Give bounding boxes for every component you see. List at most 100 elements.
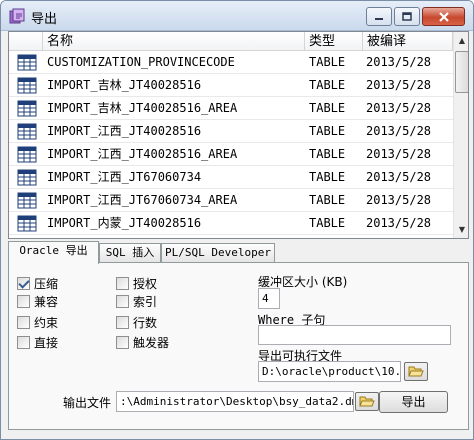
header-icon-column[interactable] [9,32,43,51]
scroll-down-button[interactable]: ▼ [454,221,468,238]
vertical-scrollbar[interactable]: ▲ ▼ [453,32,468,238]
rows-check-box[interactable] [116,315,129,329]
row-type: TABLE [309,193,346,207]
row-date: 2013/5/28 [366,78,432,92]
close-icon [438,11,449,22]
grants-check-box[interactable] [116,276,129,290]
indexes-label: 索引 [133,294,158,309]
title-bar[interactable]: 导出 [1,1,473,31]
row-name: IMPORT_江西_JT40028516 [47,124,202,138]
object-list[interactable]: 名称 类型 被编译 CUSTOMIZATION_PROVINCECODE TABL… [8,31,469,239]
table-icon [17,238,37,239]
constraints-check-box[interactable] [17,315,30,329]
row-type: TABLE [309,101,346,115]
row-date: 2013/5/28 [366,193,432,207]
output-file-label: 输出文件 [63,396,112,410]
constraints-checkbox[interactable]: 约束 [17,314,58,330]
table-icon [17,192,37,209]
table-row[interactable]: IMPORT_江西_JT67060734_AREA TABLE 2013/5/28 [9,189,453,212]
row-name: IMPORT_江西_JT67060734 [47,170,202,184]
table-row[interactable]: IMPORT_江西_JT40028516_AREA TABLE 2013/5/28 [9,143,453,166]
maximize-icon [402,12,412,21]
table-row[interactable]: IMPORT_江西_JT67060734 TABLE 2013/5/28 [9,166,453,189]
compatible-label: 兼容 [34,294,59,309]
indexes-check-box[interactable] [116,294,129,308]
table-row[interactable]: IMPORT_吉林_JT40028516 TABLE 2013/5/28 [9,74,453,97]
scroll-up-button[interactable]: ▲ [454,32,468,49]
output-browse-button[interactable] [355,392,379,411]
compress-label: 压缩 [34,276,59,291]
row-type: TABLE [309,216,346,230]
table-row[interactable]: CUSTOMIZATION_PROVINCECODE TABLE 2013/5/28 [9,51,453,74]
table-row[interactable]: IMPORT_内蒙_JT40028516_AREA TABLE2013/5/28 [9,235,453,239]
list-rows: CUSTOMIZATION_PROVINCECODE TABLE 2013/5/28… [9,51,453,239]
row-date: 2013/5/28 [366,170,432,184]
folder-open-icon [359,396,375,407]
scroll-thumb[interactable] [455,51,468,93]
window-title: 导出 [31,12,58,27]
grants-checkbox[interactable]: 授权 [116,275,157,291]
rows-checkbox[interactable]: 行数 [116,314,157,330]
row-name: IMPORT_内蒙_JT40028516_AREA [47,235,305,238]
arrow-down-icon: ▼ [458,225,466,234]
row-name: IMPORT_江西_JT40028516_AREA [47,147,238,161]
tab-oracle-export[interactable]: Oracle 导出 [8,241,99,264]
header-date[interactable]: 被编译 [363,32,453,51]
maximize-button[interactable] [394,7,420,26]
where-clause-input[interactable] [258,325,451,345]
row-type: TABLE [309,170,346,184]
table-row[interactable]: IMPORT_吉林_JT40028516_AREA TABLE 2013/5/28 [9,97,453,120]
grants-label: 授权 [133,276,158,291]
compatible-check-box[interactable] [17,294,30,308]
row-type: TABLE [309,78,346,92]
row-name: IMPORT_吉林_JT40028516 [47,78,202,92]
table-row[interactable]: IMPORT_内蒙_JT40028516 TABLE 2013/5/28 [9,212,453,235]
constraints-label: 约束 [34,315,59,330]
row-name: CUSTOMIZATION_PROVINCECODE [47,55,235,69]
indexes-checkbox[interactable]: 索引 [116,293,157,309]
compress-checkbox[interactable]: 压缩 [17,275,58,291]
table-icon [17,123,37,140]
table-icon [17,100,37,117]
table-icon [17,169,37,186]
minimize-button[interactable] [366,7,392,26]
export-button[interactable]: 导出 [379,391,448,413]
triggers-check-box[interactable] [116,335,129,349]
header-type-label: 类型 [309,34,336,49]
list-header: 名称 类型 被编译 [9,32,453,51]
close-button[interactable] [422,7,465,26]
row-date: 2013/5/28 [366,216,432,230]
table-icon [17,54,37,71]
row-date: 2013/5/28 [366,101,432,115]
minimize-icon [375,17,383,20]
tab-strip: Oracle 导出 SQL 插入 PL/SQL Developer [8,241,469,264]
triggers-checkbox[interactable]: 触发器 [116,334,169,350]
tab-sql-insert[interactable]: SQL 插入 [99,243,161,263]
arrow-up-icon: ▲ [458,36,466,45]
executable-path-input[interactable]: D:\oracle\product\10.2 [258,361,401,382]
table-icon [17,215,37,232]
row-date: 2013/5/28 [366,147,432,161]
output-file-input[interactable]: :\Administrator\Desktop\bsy_data2.dmp [116,391,354,412]
executable-browse-button[interactable] [404,362,428,381]
direct-check-box[interactable] [17,335,30,349]
table-row[interactable]: IMPORT_江西_JT40028516 TABLE 2013/5/28 [9,120,453,143]
buffer-size-input[interactable]: 4 [258,288,280,309]
triggers-label: 触发器 [133,335,170,350]
direct-label: 直接 [34,335,59,350]
row-date: 2013/5/28 [366,124,432,138]
row-date: 2013/5/28 [366,235,452,238]
row-date: 2013/5/28 [366,55,432,69]
header-type[interactable]: 类型 [305,32,363,51]
rows-label: 行数 [133,315,158,330]
header-name[interactable]: 名称 [43,32,305,51]
tab-plsql-developer[interactable]: PL/SQL Developer [161,243,275,263]
row-type: TABLE [309,235,363,238]
direct-checkbox[interactable]: 直接 [17,334,58,350]
folder-open-icon [408,366,424,377]
row-type: TABLE [309,55,346,69]
compress-check-box[interactable] [17,276,30,290]
row-type: TABLE [309,124,346,138]
compatible-checkbox[interactable]: 兼容 [17,293,58,309]
table-icon [17,77,37,94]
